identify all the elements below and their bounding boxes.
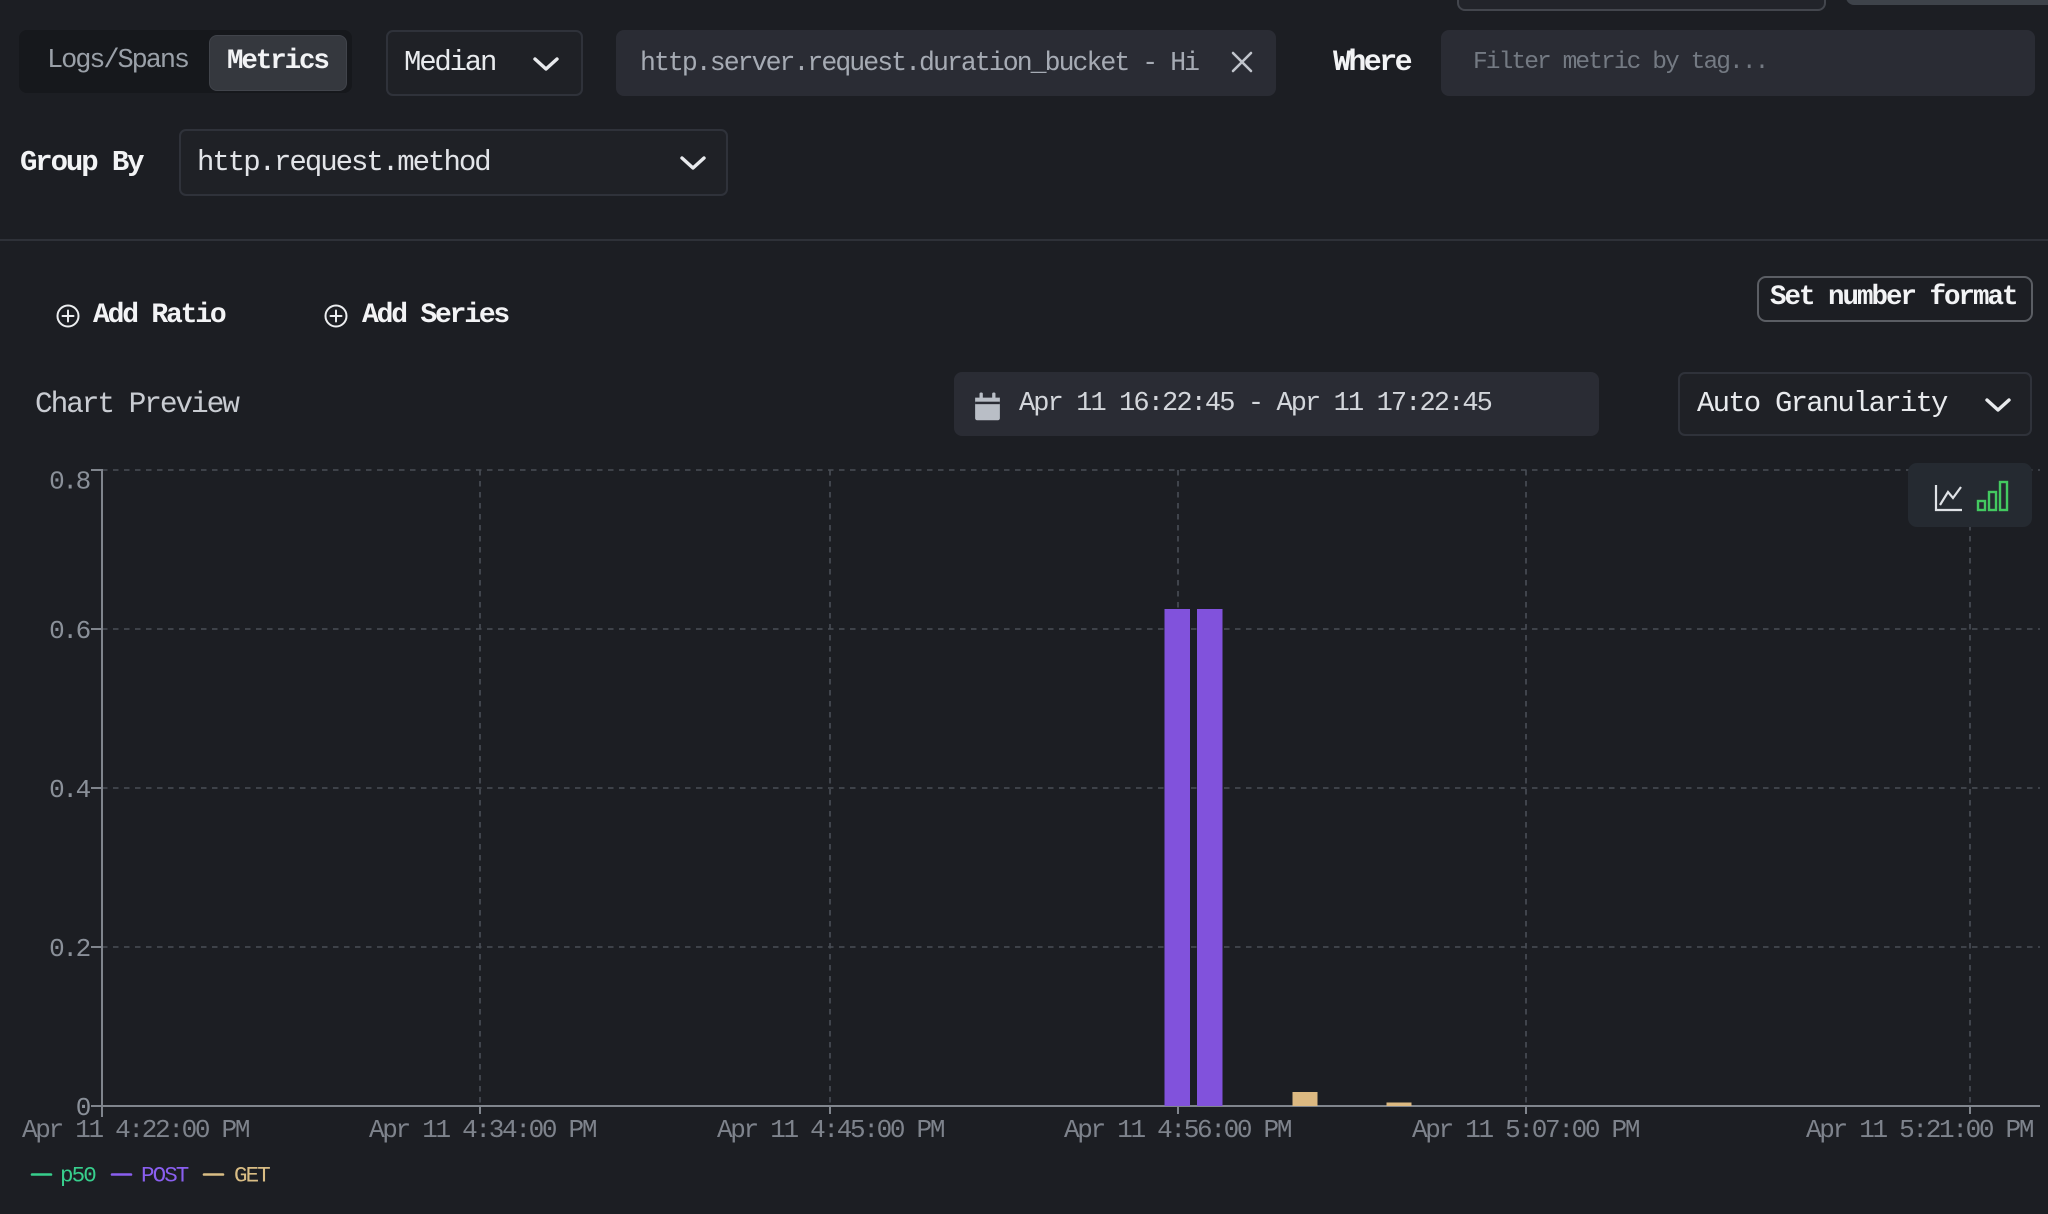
svg-text:Apr 11 5:07:00 PM: Apr 11 5:07:00 PM — [1412, 1115, 1639, 1145]
svg-text:0.4: 0.4 — [49, 775, 91, 805]
svg-text:0.2: 0.2 — [49, 934, 90, 964]
svg-text:Apr 11 4:45:00 PM: Apr 11 4:45:00 PM — [717, 1115, 944, 1145]
svg-text:0.6: 0.6 — [49, 616, 90, 646]
svg-text:Apr 11 4:34:00 PM: Apr 11 4:34:00 PM — [369, 1115, 596, 1145]
svg-text:POST: POST — [141, 1163, 189, 1189]
svg-text:0.8: 0.8 — [49, 467, 90, 497]
svg-text:p50: p50 — [60, 1163, 96, 1189]
svg-text:GET: GET — [234, 1163, 270, 1189]
svg-text:Apr 11 4:56:00 PM: Apr 11 4:56:00 PM — [1064, 1115, 1291, 1145]
svg-text:Apr 11 4:22:00 PM: Apr 11 4:22:00 PM — [22, 1115, 249, 1145]
svg-text:Apr 11 5:21:00 PM: Apr 11 5:21:00 PM — [1806, 1115, 2033, 1145]
